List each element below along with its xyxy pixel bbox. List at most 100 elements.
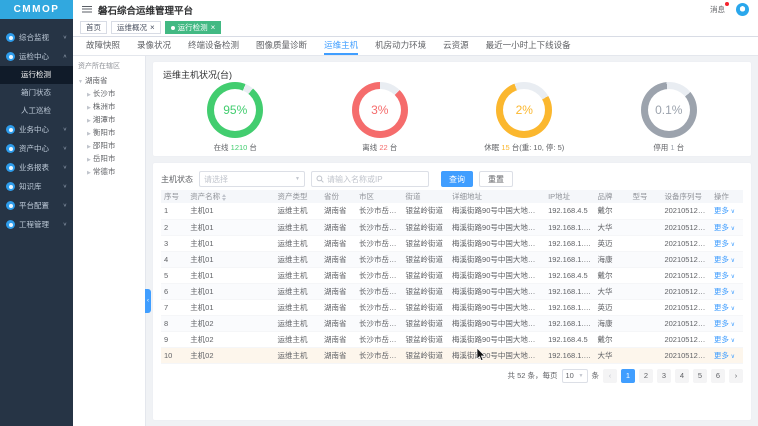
status-donut: 2%休眠 15 台(重: 10, 停: 5) (452, 82, 597, 153)
tree-city-node[interactable]: ▶衡阳市 (78, 127, 140, 140)
close-icon[interactable]: × (150, 24, 155, 32)
more-link[interactable]: 更多 (714, 206, 729, 215)
reset-button[interactable]: 重置 (479, 171, 513, 187)
donut-percent: 95% (223, 103, 247, 117)
donut-value: 1210 (231, 143, 248, 152)
more-link[interactable]: 更多 (714, 287, 729, 296)
sidebar-item[interactable]: 资产中心∨ (0, 139, 73, 158)
table-cell: 银盆岭街道 (403, 283, 450, 299)
more-link[interactable]: 更多 (714, 239, 729, 248)
sidebar-item[interactable]: 业务报表∨ (0, 158, 73, 177)
table-row[interactable]: 8主机02运维主机湖南省长沙市岳麓区银盆岭街道梅溪街路90号中国大地研究所192… (161, 315, 743, 331)
table-row[interactable]: 9主机02运维主机湖南省长沙市岳麓区银盆岭街道梅溪街路90号中国大地研究所192… (161, 331, 743, 347)
table-row[interactable]: 2主机01运维主机湖南省长沙市岳麓区银盆岭街道梅溪街路90号中国大地研究所192… (161, 219, 743, 235)
chevron-down-icon: ∨ (729, 209, 735, 215)
sidebar-subitem[interactable]: 运行检测 (0, 66, 73, 84)
table-cell: 192.168.1.86 (545, 283, 594, 299)
more-link[interactable]: 更多 (714, 255, 729, 264)
column-header: IP地址 (545, 190, 594, 203)
column-header: 操作 (711, 190, 743, 203)
table-row[interactable]: 3主机01运维主机湖南省长沙市岳麓区银盆岭街道梅溪街路90号中国大地研究所192… (161, 235, 743, 251)
table-cell: 银盆岭街道 (403, 203, 450, 219)
hosts-table: 序号资产名称资产类型省份市区街道详细地址IP地址品牌型号设备序列号操作 1主机0… (161, 190, 743, 364)
tree-city-node[interactable]: ▶常德市 (78, 166, 140, 179)
page-button[interactable]: 1 (621, 369, 635, 383)
tag-tab[interactable]: 首页 (80, 21, 107, 34)
table-cell: 9 (161, 331, 187, 347)
subtab[interactable]: 录像状况 (137, 39, 171, 55)
subtab[interactable]: 终端设备检测 (188, 39, 239, 55)
table-cell: 长沙市岳麓区 (356, 203, 403, 219)
sort-icon[interactable] (222, 194, 226, 201)
avatar[interactable] (736, 3, 749, 16)
search-input[interactable]: 请输入名称或IP (311, 171, 429, 187)
query-button[interactable]: 查询 (441, 171, 473, 187)
sidebar-item[interactable]: 平台配置∨ (0, 196, 73, 215)
sidebar-item[interactable]: 知识库∨ (0, 177, 73, 196)
table-cell: 梅溪街路90号中国大地研究所 (449, 219, 545, 235)
table-cell: 长沙市岳麓区 (356, 267, 403, 283)
table-cell: 202105120001 (661, 203, 710, 219)
host-status-select[interactable]: 请选择 ▼ (199, 171, 305, 187)
tree-city-node[interactable]: ▶长沙市 (78, 88, 140, 101)
more-link[interactable]: 更多 (714, 335, 729, 344)
table-cell: 长沙市岳麓区 (356, 235, 403, 251)
next-page-button[interactable]: › (729, 369, 743, 383)
donut-label-suffix: 台(重: 10, 停: 5) (510, 143, 565, 152)
page-button[interactable]: 3 (657, 369, 671, 383)
chevron-down-icon: ∨ (729, 274, 735, 280)
sidebar-item[interactable]: 综合监视∨ (0, 28, 73, 47)
sidebar: CMMOP 综合监视∨运检中心∧运行检测箱门状态人工巡检业务中心∨资产中心∨业务… (0, 0, 73, 426)
table-row[interactable]: 1主机01运维主机湖南省长沙市岳麓区银盆岭街道梅溪街路90号中国大地研究所192… (161, 203, 743, 219)
column-header[interactable]: 资产名称 (187, 190, 274, 203)
page-size-select[interactable]: 10 ▼ (562, 369, 588, 383)
chevron-down-icon: ∨ (729, 322, 735, 328)
sidebar-subitem[interactable]: 人工巡检 (0, 102, 73, 120)
subtab[interactable]: 机房动力环境 (375, 39, 426, 55)
tree-city-node[interactable]: ▶邵阳市 (78, 140, 140, 153)
tag-tab[interactable]: 运维概况× (111, 21, 161, 34)
tree-city-node[interactable]: ▶湘潭市 (78, 114, 140, 127)
tree-city-node[interactable]: ▶岳阳市 (78, 153, 140, 166)
sidebar-subitem[interactable]: 箱门状态 (0, 84, 73, 102)
sidebar-item[interactable]: 业务中心∨ (0, 120, 73, 139)
page-button[interactable]: 5 (693, 369, 707, 383)
sidebar-item[interactable]: 工程管理∨ (0, 215, 73, 234)
tree-node-province[interactable]: ▼湖南省 (78, 75, 140, 88)
panel-collapse-handle[interactable]: ‹ (145, 289, 151, 313)
table-cell: 戴尔 (595, 331, 630, 347)
table-row[interactable]: 4主机01运维主机湖南省长沙市岳麓区银盆岭街道梅溪街路90号中国大地研究所192… (161, 251, 743, 267)
page-button[interactable]: 4 (675, 369, 689, 383)
tag-tab[interactable]: 运行检测× (165, 21, 222, 34)
table-cell (629, 315, 661, 331)
table-row[interactable]: 10主机02运维主机湖南省长沙市岳麓区银盆岭街道梅溪街路90号中国大地研究所19… (161, 347, 743, 363)
close-icon[interactable]: × (211, 24, 216, 32)
subtab[interactable]: 故障快照 (86, 39, 120, 55)
table-row[interactable]: 7主机01运维主机湖南省长沙市岳麓区银盆岭街道梅溪街路90号中国大地研究所192… (161, 299, 743, 315)
chevron-down-icon: ∨ (729, 306, 735, 312)
chevron-down-icon: ∨ (729, 226, 735, 232)
subtab[interactable]: 图像质量诊断 (256, 39, 307, 55)
donut-value: 22 (379, 143, 387, 152)
subtab[interactable]: 云资源 (443, 39, 469, 55)
subtab[interactable]: 最近一小时上下线设备 (486, 39, 571, 55)
more-link[interactable]: 更多 (714, 223, 729, 232)
page-button[interactable]: 2 (639, 369, 653, 383)
subtab[interactable]: 运维主机 (324, 39, 358, 55)
table-row[interactable]: 5主机01运维主机湖南省长沙市岳麓区银盆岭街道梅溪街路90号中国大地研究所192… (161, 267, 743, 283)
table-row[interactable]: 6主机01运维主机湖南省长沙市岳麓区银盆岭街道梅溪街路90号中国大地研究所192… (161, 283, 743, 299)
donut-percent: 2% (516, 103, 533, 117)
notification-badge (725, 2, 729, 6)
page-button[interactable]: 6 (711, 369, 725, 383)
hamburger-icon[interactable] (82, 6, 92, 13)
tree-city-node[interactable]: ▶株洲市 (78, 101, 140, 114)
more-link[interactable]: 更多 (714, 319, 729, 328)
more-link[interactable]: 更多 (714, 351, 729, 360)
prev-page-button[interactable]: ‹ (603, 369, 617, 383)
messages-label: 消息 (710, 5, 725, 14)
chevron-down-icon: ∨ (729, 258, 735, 264)
sidebar-item[interactable]: 运检中心∧ (0, 47, 73, 66)
messages-link[interactable]: 消息 (710, 4, 728, 15)
more-link[interactable]: 更多 (714, 303, 729, 312)
more-link[interactable]: 更多 (714, 271, 729, 280)
